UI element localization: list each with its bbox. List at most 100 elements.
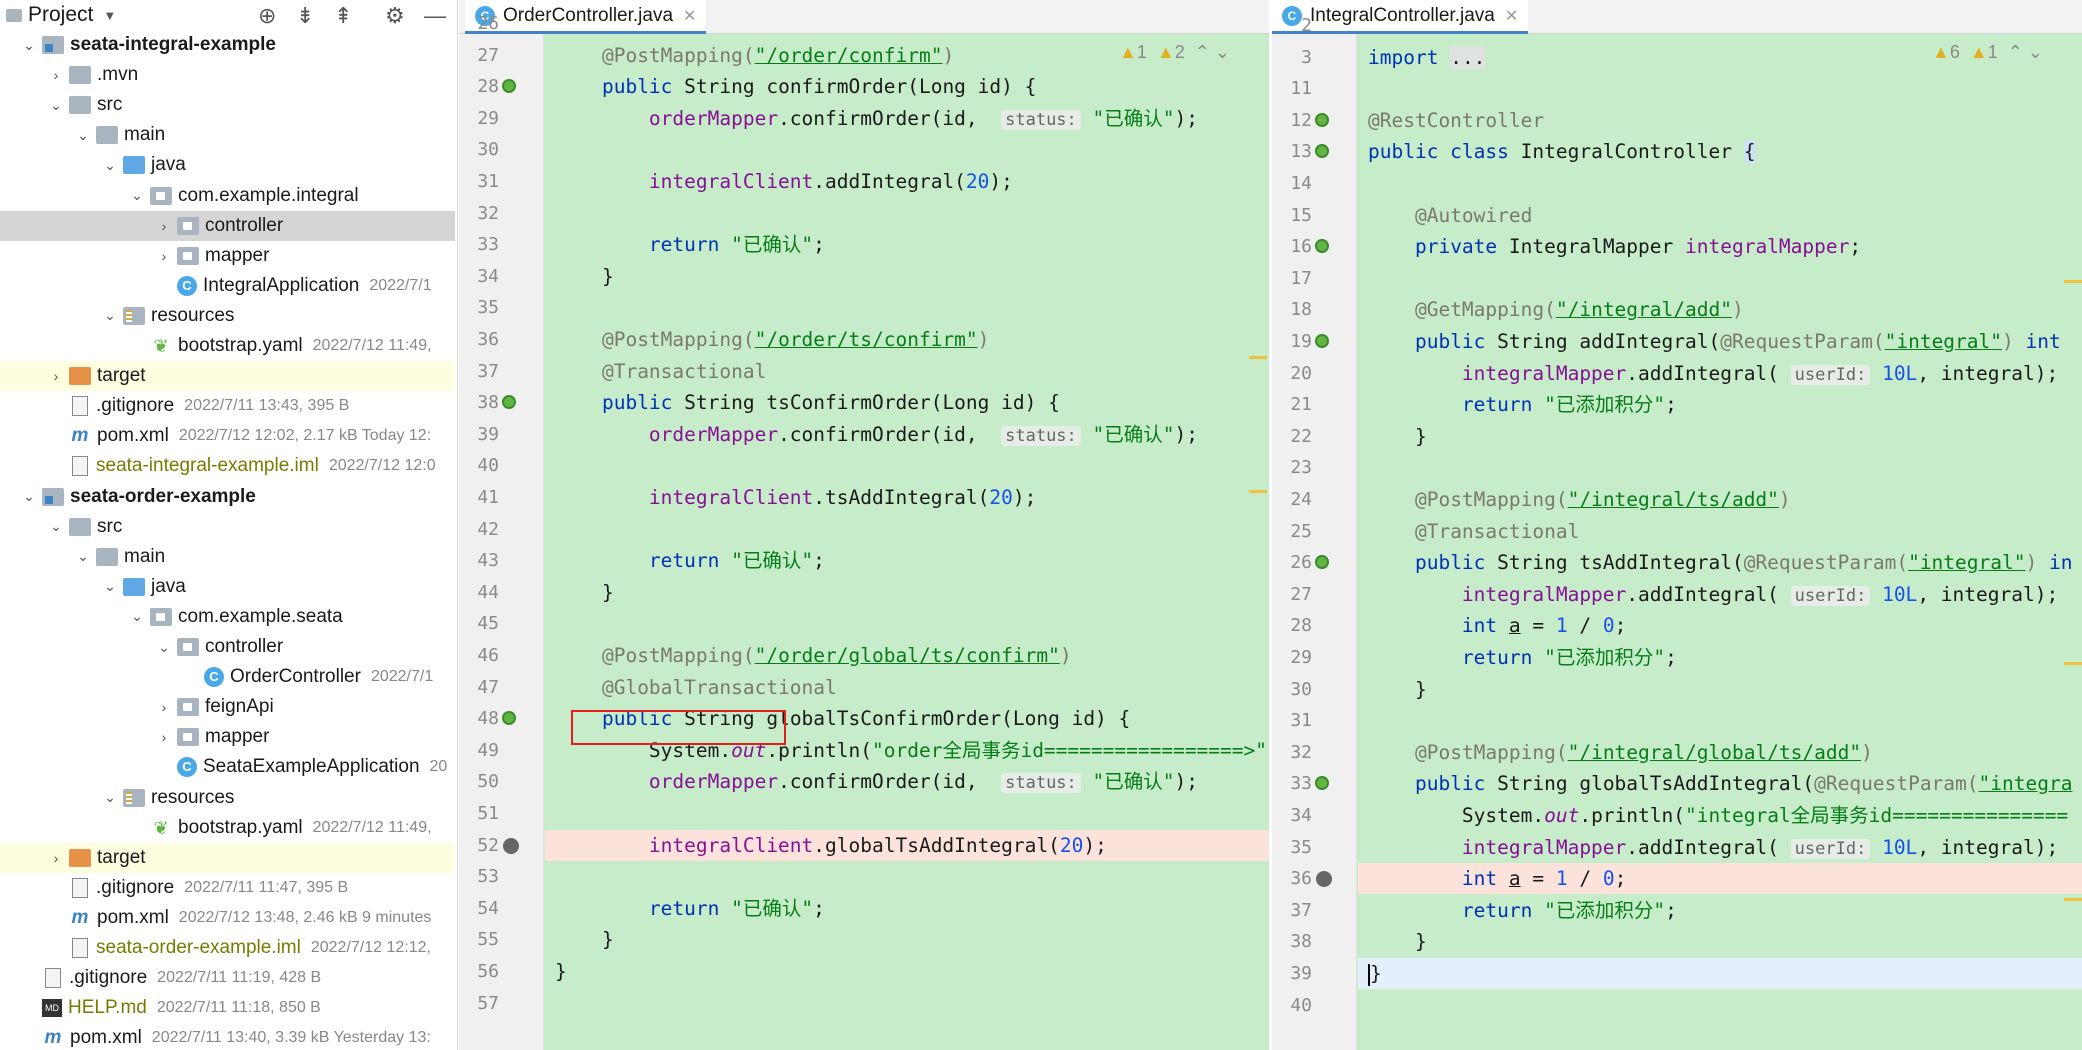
code-line[interactable]: } [1358,421,2082,452]
code-line[interactable]: @GlobalTransactional [545,672,1269,703]
tree-item[interactable]: C OrderController 2022/7/1 [0,662,455,692]
tree-item[interactable]: m pom.xml 2022/7/12 12:02, 2.17 kB Today 1… [0,421,455,451]
code-line[interactable]: public String tsConfirmOrder(Long id) { [545,387,1269,418]
code-line[interactable] [545,292,1269,323]
chevron-right-icon[interactable]: › [153,699,175,715]
breakpoint-icon[interactable] [503,837,519,854]
chevron-up-icon[interactable]: ⌃ [2008,42,2023,62]
chevron-down-icon[interactable]: ⌄ [99,578,121,595]
code-line[interactable]: } [1358,958,2082,989]
code-area[interactable]: @PostMapping("/order/confirm") public St… [545,34,1269,1050]
code-line[interactable] [545,198,1269,229]
locate-icon[interactable]: ⊕ [258,3,276,29]
chevron-up-icon[interactable]: ⌃ [1195,42,1210,62]
tree-item[interactable]: ⌄ seata-order-example [0,482,455,512]
chevron-down-icon[interactable]: ⌄ [99,307,121,324]
tree-item[interactable]: ⌄ main [0,120,455,150]
spring-bean-icon[interactable] [1315,144,1329,159]
code-line[interactable]: @Autowired [1358,200,2082,231]
tree-item[interactable]: C IntegralApplication 2022/7/1 [0,271,455,301]
chevron-down-icon[interactable]: ⌄ [45,518,67,535]
tree-item[interactable]: › controller [0,210,455,241]
code-line[interactable]: } [545,261,1269,292]
code-line[interactable] [545,8,1269,39]
code-line[interactable]: orderMapper.confirmOrder(id, status: "已确… [545,766,1269,797]
code-line[interactable] [1358,73,2082,104]
code-line[interactable] [545,861,1269,892]
tree-item[interactable]: › feignApi [0,692,455,722]
tree-item[interactable]: seata-order-example.iml 2022/7/12 12:12, [0,933,455,963]
settings-icon[interactable]: ⚙ [385,3,405,29]
code-line[interactable]: public String addIntegral(@RequestParam(… [1358,326,2082,357]
chevron-down-icon[interactable]: ⌄ [18,37,40,54]
tree-item[interactable]: ⌄ java [0,572,455,602]
code-line[interactable]: @PostMapping("/order/global/ts/confirm") [545,640,1269,671]
code-line[interactable]: public class IntegralController { [1358,136,2082,167]
code-line[interactable] [545,450,1269,481]
spring-bean-icon[interactable] [1315,334,1329,348]
tree-item[interactable]: ⌄ java [0,150,455,180]
code-line[interactable] [1358,10,2082,41]
code-line[interactable]: @GetMapping("/integral/add") [1358,294,2082,325]
code-line[interactable]: return "已添加积分"; [1358,642,2082,673]
chevron-right-icon[interactable]: › [153,729,175,745]
code-line[interactable]: orderMapper.confirmOrder(id, status: "已确… [545,419,1269,450]
tree-item[interactable]: ⌄ seata-integral-example [0,30,455,60]
spring-bean-icon[interactable] [1315,776,1329,791]
code-line[interactable]: private IntegralMapper integralMapper; [1358,231,2082,262]
code-line[interactable]: public String confirmOrder(Long id) { [545,71,1269,102]
chevron-down-icon[interactable]: ⌄ [99,789,121,806]
code-line[interactable]: return "已添加积分"; [1358,389,2082,420]
tree-item[interactable]: ⌄ main [0,542,455,572]
tree-item[interactable]: ⌄ src [0,512,455,542]
chevron-down-icon[interactable]: ⌄ [153,639,175,656]
tree-item[interactable]: ❦ bootstrap.yaml 2022/7/12 11:49, [0,331,455,361]
tree-item[interactable]: ⌄ resources [0,783,455,813]
code-line[interactable]: integralClient.tsAddIntegral(20); [545,482,1269,513]
code-line[interactable]: @Transactional [545,356,1269,387]
inspection-widget[interactable]: ▲1 ▲2 ⌃ ⌄ [1119,42,1230,63]
tree-item[interactable]: ❦ bootstrap.yaml 2022/7/12 11:49, [0,813,455,843]
code-line[interactable] [545,798,1269,829]
chevron-down-icon[interactable]: ▼ [103,8,116,23]
code-line[interactable]: return "已确认"; [545,229,1269,260]
chevron-down-icon[interactable]: ⌄ [2028,42,2043,62]
tree-item[interactable]: › target [0,842,455,873]
code-line[interactable]: int a = 1 / 0; [1358,610,2082,641]
tree-item[interactable]: ⌄ resources [0,301,455,331]
breakpoint-icon[interactable] [1316,871,1332,888]
code-line[interactable] [1358,990,2082,1021]
code-line[interactable] [545,988,1269,1019]
chevron-right-icon[interactable]: › [153,248,175,264]
tree-item[interactable]: › mapper [0,241,455,271]
code-line[interactable]: } [1358,926,2082,957]
tree-item[interactable]: m pom.xml 2022/7/11 13:40, 3.39 kB Yesterd… [0,1023,455,1050]
code-line[interactable]: } [545,577,1269,608]
chevron-down-icon[interactable]: ⌄ [1215,42,1230,62]
tree-item[interactable]: .gitignore 2022/7/11 13:43, 395 B [0,391,455,421]
spring-bean-icon[interactable] [1315,555,1329,570]
chevron-down-icon[interactable]: ⌄ [99,157,121,174]
chevron-down-icon[interactable]: ⌄ [126,187,148,204]
code-line[interactable]: @Transactional [1358,516,2082,547]
tree-item[interactable]: m pom.xml 2022/7/12 13:48, 2.46 kB 9 minut… [0,903,455,933]
chevron-down-icon[interactable]: ⌄ [72,127,94,144]
tree-item[interactable]: ⌄ src [0,90,455,120]
inspection-widget[interactable]: ▲6 ▲1 ⌃ ⌄ [1932,42,2043,63]
code-area[interactable]: import ... @RestController public class In… [1358,34,2082,1050]
tree-item[interactable]: › mapper [0,722,455,752]
tree-item[interactable]: ⌄ com.example.seata [0,602,455,632]
chevron-down-icon[interactable]: ⌄ [45,97,67,114]
chevron-right-icon[interactable]: › [45,67,67,83]
code-line[interactable]: return "已确认"; [545,893,1269,924]
code-line[interactable]: return "已确认"; [545,545,1269,576]
code-line[interactable]: } [545,956,1269,987]
code-line[interactable]: integralMapper.addIntegral( userId: 10L,… [1358,358,2082,389]
spring-bean-icon[interactable] [502,79,516,94]
chevron-right-icon[interactable]: › [45,850,67,866]
code-line[interactable] [545,134,1269,165]
spring-bean-icon[interactable] [1315,112,1329,127]
tree-item[interactable]: .gitignore 2022/7/11 11:47, 395 B [0,873,455,903]
expand-all-icon[interactable]: ⇟ [296,3,314,29]
code-line[interactable] [1358,168,2082,199]
